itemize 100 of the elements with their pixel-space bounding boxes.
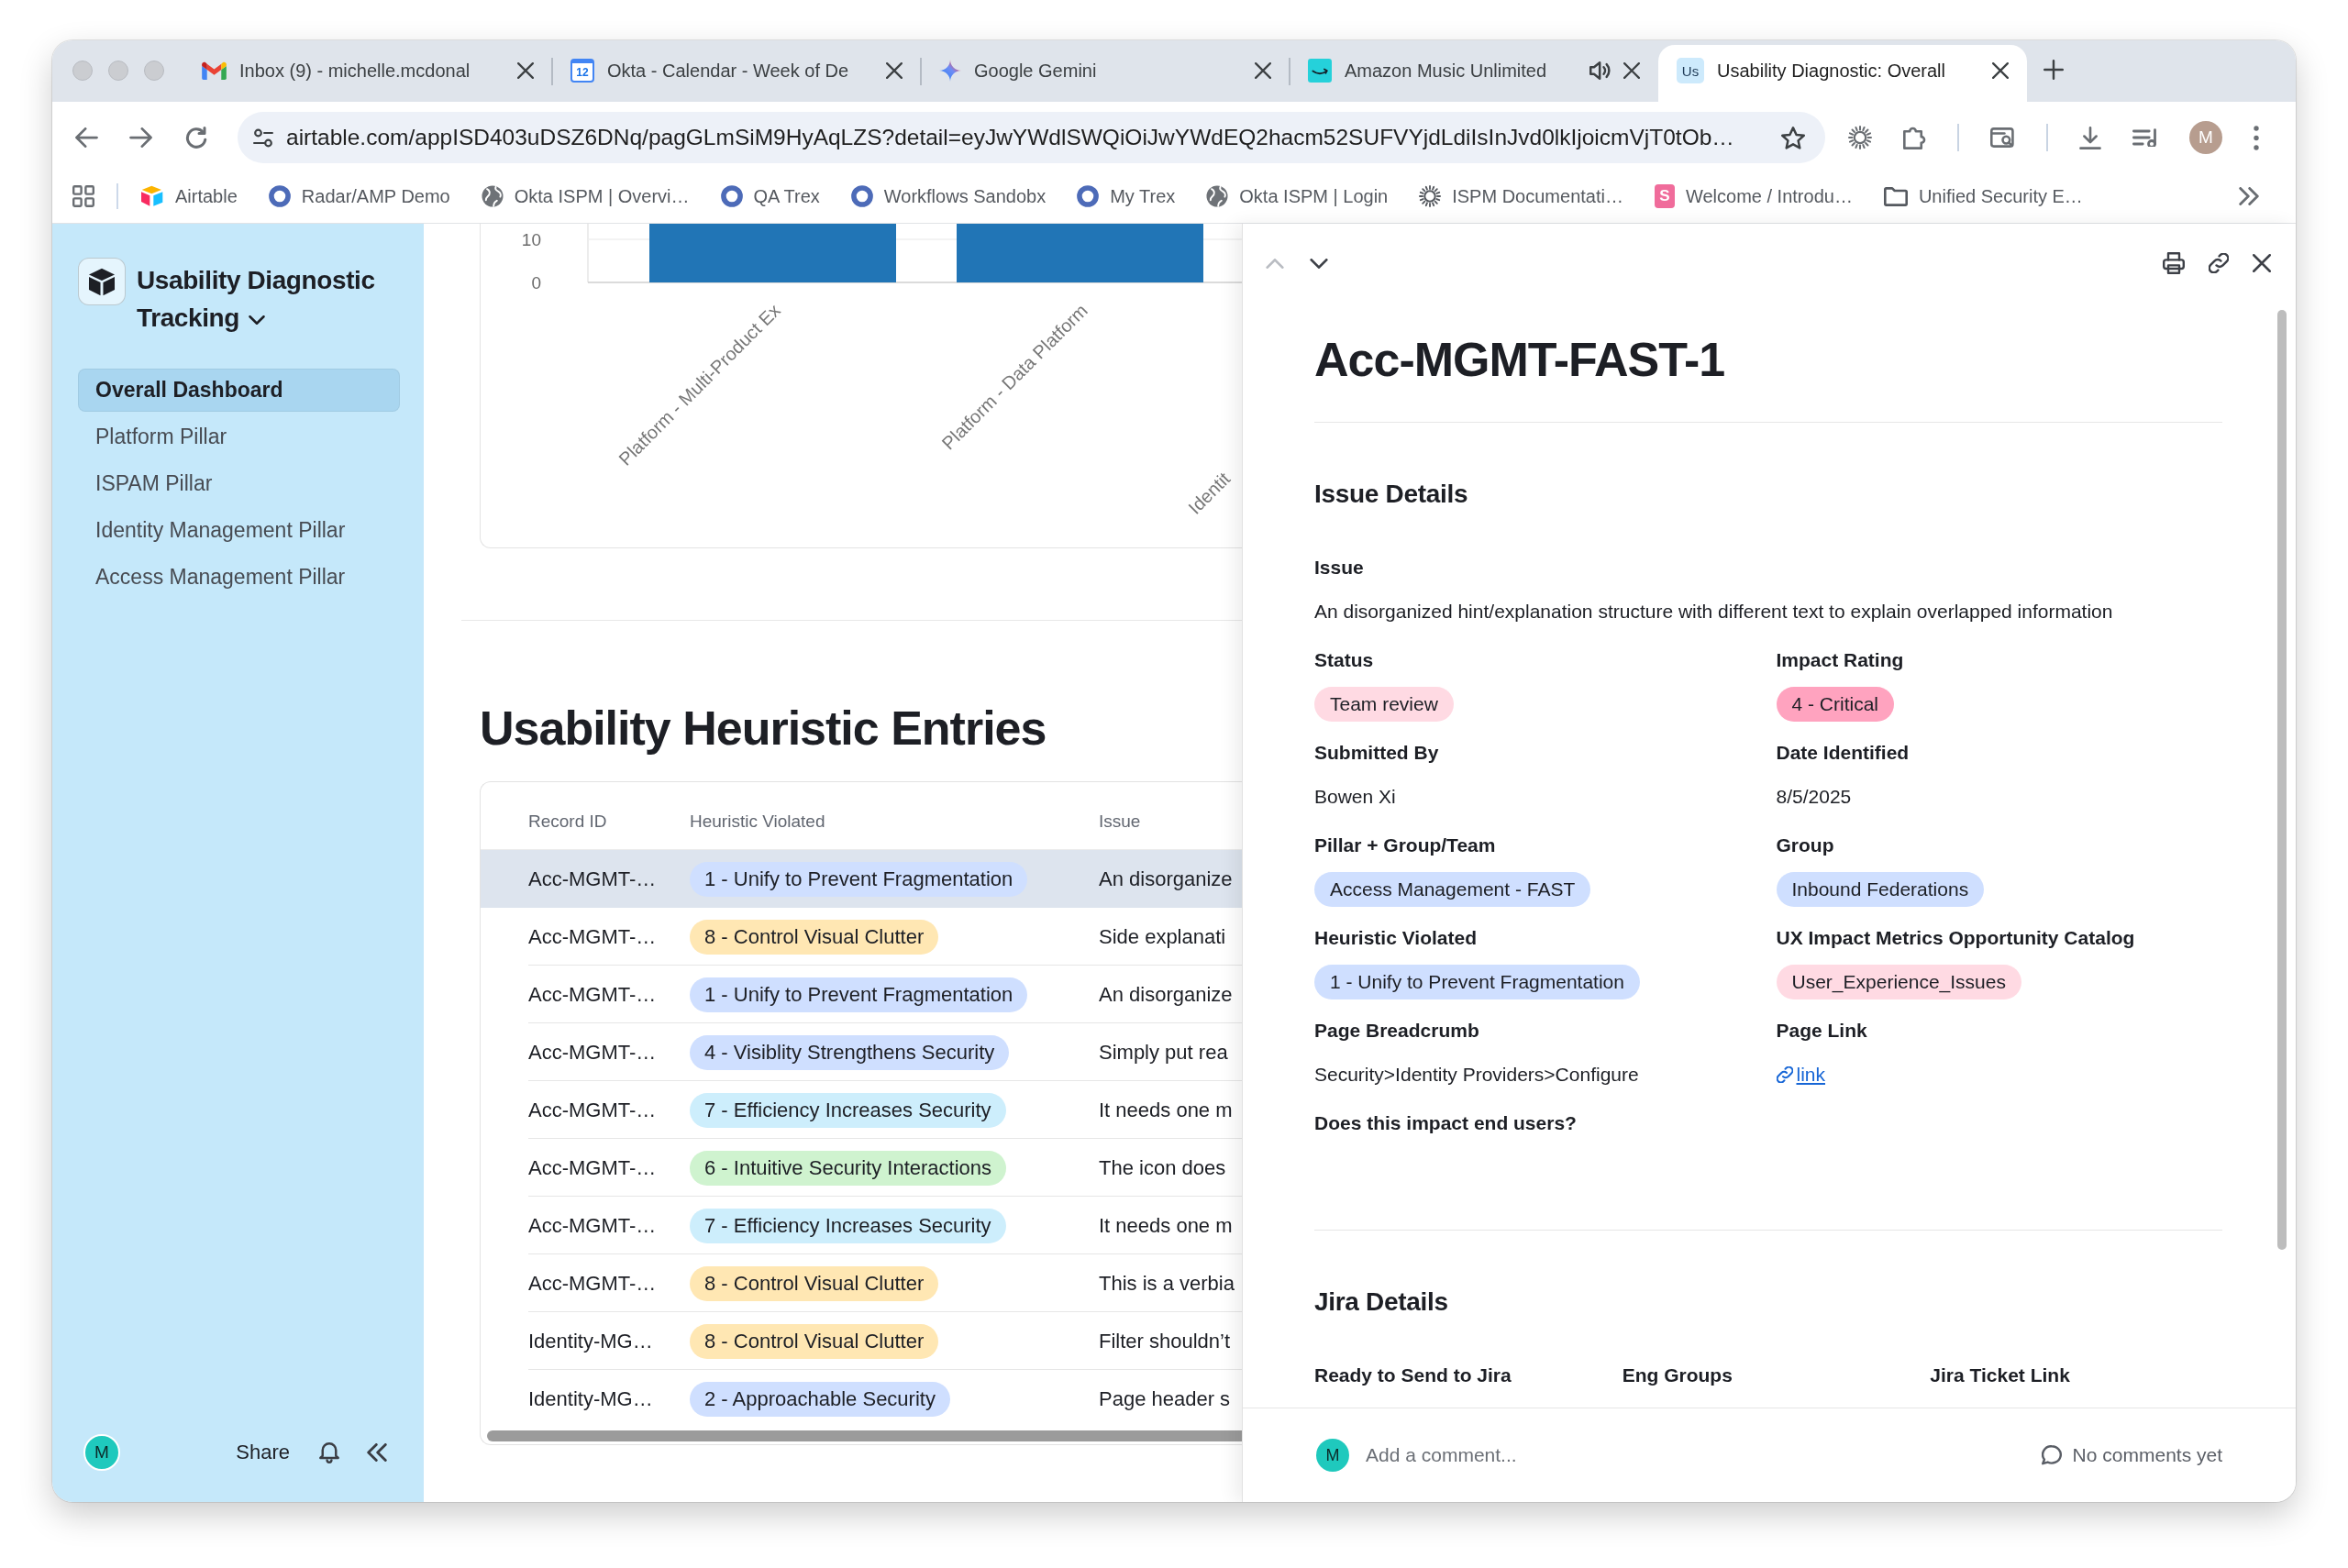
forward-icon[interactable]	[129, 127, 152, 148]
site-settings-icon[interactable]	[253, 127, 273, 148]
heuristic-tag: 8 - Control Visual Clutter	[690, 1265, 939, 1301]
smile-tile-icon	[1308, 59, 1332, 83]
folder-icon	[1883, 186, 1908, 206]
nav-item[interactable]: Platform Pillar	[78, 415, 400, 458]
bookmark-link[interactable]: Radar/AMP Demo	[268, 185, 450, 207]
bookmark-link[interactable]: Airtable	[140, 185, 238, 207]
field-tag: Access Management - FAST	[1314, 872, 1591, 907]
field-tag: 1 - Unify to Prevent Fragmentation	[1314, 965, 1640, 999]
heuristic-tag: 7 - Efficiency Increases Security	[690, 1208, 1006, 1243]
page-link[interactable]: link	[1776, 1064, 1825, 1086]
bookmark-link[interactable]: S Welcome / Introdu…	[1654, 184, 1853, 208]
sparkle-icon	[939, 60, 961, 82]
close-icon[interactable]	[517, 62, 534, 79]
vertical-scrollbar[interactable]	[2277, 310, 2287, 1250]
browser-tab[interactable]: Google Gemini	[921, 45, 1290, 102]
heuristic-tag: 8 - Control Visual Clutter	[690, 1323, 939, 1359]
table-cell: Acc-MGMT-…	[528, 982, 657, 1007]
heuristic-tag: 4 - Visiblity Strengthens Security	[690, 1034, 1010, 1070]
field-label: Submitted By	[1314, 741, 1439, 765]
download-icon[interactable]	[2079, 126, 2101, 149]
tab-search-icon[interactable]	[1990, 127, 2015, 148]
chevrons-right-icon[interactable]	[2239, 187, 2259, 205]
nav-item[interactable]: Identity Management Pillar	[78, 509, 400, 552]
table-row[interactable]: Acc-MGMT-… 1 - Unify to Prevent Fragmentation An disorganize	[481, 850, 1242, 908]
bell-icon[interactable]	[319, 1441, 339, 1463]
double-chevron-left-icon[interactable]	[367, 1443, 387, 1462]
column-header: Heuristic Violated	[690, 811, 825, 832]
close-icon[interactable]	[1623, 62, 1640, 79]
comment-field[interactable]: Add a comment...	[1366, 1444, 2014, 1466]
ring-icon	[720, 185, 743, 207]
kebab-menu-icon[interactable]	[2254, 125, 2259, 150]
sun-icon	[1419, 185, 1442, 207]
browser-tab[interactable]: Inbox (9) - michelle.mcdonal	[183, 45, 552, 102]
bookmark-link[interactable]: Okta ISPM | Overvi…	[481, 185, 690, 207]
apps-grid-icon[interactable]	[72, 185, 94, 207]
record-title: Acc-MGMT-FAST-1	[1314, 332, 1725, 388]
field-label: Date Identified	[1776, 741, 1910, 765]
bookmark-link[interactable]: Unified Security E…	[1883, 185, 2083, 207]
calendar-favicon: 12	[570, 59, 594, 83]
close-icon[interactable]	[1255, 62, 1271, 79]
column-header: Record ID	[528, 811, 607, 832]
table-cell: The icon does	[1099, 1155, 1226, 1180]
field-tag: 4 - Critical	[1776, 687, 1894, 722]
address-bar[interactable]: airtable.com/appISD403uDSZ6DNq/pagGLmSiM9HyAqLZS?detail=eyJwYWdlSWQiOiJwYWdEQ2hacm52SUFVYjdLdiIsInJvd0lkIjoicmVjT0tOb…	[238, 112, 1825, 163]
bookmark-link[interactable]: ISPM Documentati…	[1419, 185, 1623, 207]
sun-icon[interactable]	[1848, 126, 1872, 149]
table-cell: Acc-MGMT-…	[528, 1040, 657, 1065]
table-cell: It needs one m	[1099, 1098, 1233, 1122]
bookmark-link[interactable]: QA Trex	[720, 185, 820, 207]
field-tag: Inbound Federations	[1776, 872, 1985, 907]
section-heading: Usability Heuristic Entries	[480, 701, 1047, 756]
heuristic-tag: 7 - Efficiency Increases Security	[690, 1092, 1006, 1128]
browser-tab[interactable]: Amazon Music Unlimited	[1290, 45, 1658, 102]
field-label: Impact Rating	[1776, 648, 1904, 672]
nav-item[interactable]: Overall Dashboard	[78, 369, 400, 412]
field-value: 8/5/2025	[1776, 785, 1852, 809]
ring-icon	[268, 185, 291, 207]
horizontal-scrollbar[interactable]	[487, 1430, 1242, 1441]
bookmark-link[interactable]: Okta ISPM | Login	[1206, 185, 1389, 207]
table-cell: Acc-MGMT-…	[528, 1213, 657, 1238]
nav-item[interactable]: Access Management Pillar	[78, 556, 400, 599]
new-tab-icon[interactable]	[2043, 60, 2064, 80]
puzzle-icon[interactable]	[1903, 126, 1926, 149]
tick-label: 0	[531, 272, 541, 293]
back-icon[interactable]	[75, 127, 98, 148]
browser-tab[interactable]: Us Usability Diagnostic: Overall	[1658, 45, 2027, 102]
share-button[interactable]: Share	[230, 1437, 295, 1468]
bookmark-link[interactable]: My Trex	[1077, 185, 1176, 207]
globe-icon	[1206, 185, 1229, 207]
table-cell: Acc-MGMT-…	[528, 924, 657, 949]
speaker-icon[interactable]	[1589, 61, 1611, 80]
field-label: Pillar + Group/Team	[1314, 834, 1496, 857]
field-label: Page Link	[1776, 1019, 1867, 1043]
nav-item[interactable]: ISPAM Pillar	[78, 462, 400, 505]
close-icon[interactable]	[1992, 62, 2009, 79]
browser-tab[interactable]: 12 Okta - Calendar - Week of De	[552, 45, 921, 102]
field-label: Jira Ticket Link	[1930, 1364, 2070, 1387]
field-value: Bowen Xi	[1314, 785, 1396, 809]
column-header: Issue	[1099, 811, 1141, 832]
playlist-icon[interactable]	[2132, 128, 2158, 147]
print-icon[interactable]	[2163, 252, 2185, 274]
tricolor-logo-icon	[140, 185, 164, 207]
reload-icon[interactable]	[185, 127, 207, 149]
field-label: UX Impact Metrics Opportunity Catalog	[1776, 926, 2135, 950]
link-icon[interactable]	[2209, 253, 2229, 273]
base-title-button[interactable]: Usability Diagnostic Tracking	[137, 261, 407, 337]
mail-icon	[202, 61, 227, 80]
bookmark-star-icon[interactable]	[1781, 126, 1805, 149]
chevron-down-icon	[248, 315, 265, 325]
ring-icon	[850, 185, 873, 207]
field-label: Status	[1314, 648, 1374, 672]
section-title: Issue Details	[1314, 479, 1468, 510]
close-icon[interactable]	[2253, 254, 2271, 272]
bookmark-link[interactable]: Workflows Sandobx	[850, 185, 1047, 207]
close-icon[interactable]	[886, 62, 903, 79]
user-avatar[interactable]: M	[83, 1434, 120, 1471]
table-cell: Identity-MG…	[528, 1386, 653, 1411]
chevron-down-icon[interactable]	[1310, 258, 1328, 269]
